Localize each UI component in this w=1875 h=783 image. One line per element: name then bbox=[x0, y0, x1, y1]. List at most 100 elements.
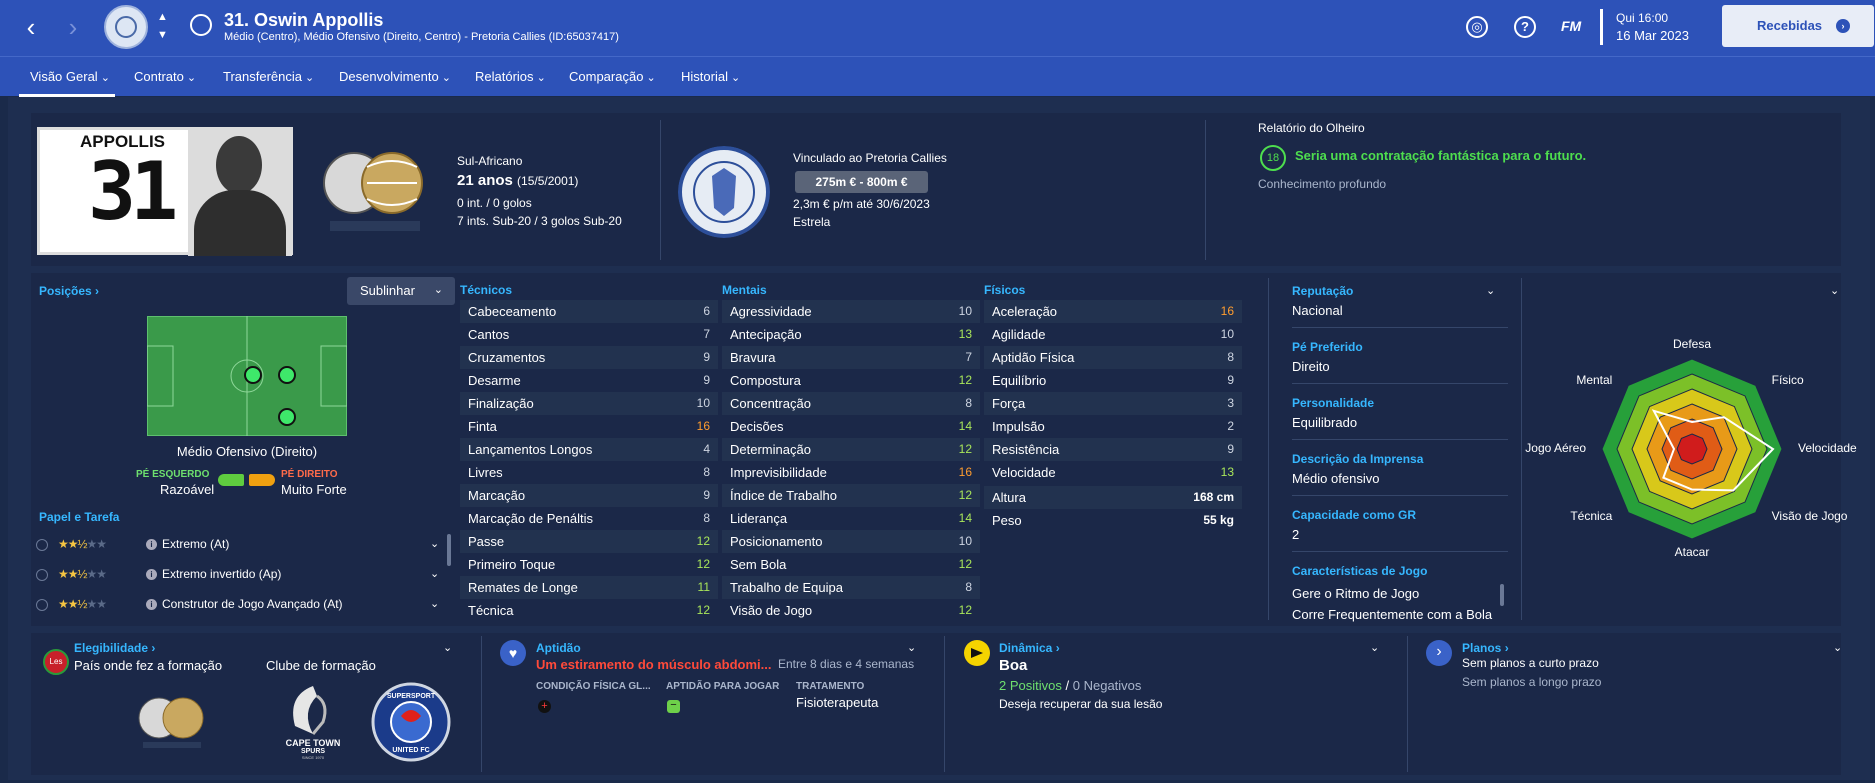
attribute-row[interactable]: Agressividade 10 bbox=[722, 300, 980, 323]
attribute-row[interactable]: Desarme 9 bbox=[460, 369, 718, 392]
tab-desenvolvimento[interactable]: Desenvolvimento bbox=[339, 69, 451, 84]
attribute-row[interactable]: Velocidade 13 bbox=[984, 461, 1242, 484]
info-icon[interactable]: i bbox=[146, 539, 157, 550]
tab-contrato[interactable]: Contrato bbox=[134, 69, 196, 84]
player-header-card bbox=[31, 113, 1841, 266]
attribute-row[interactable]: Cantos 7 bbox=[460, 323, 718, 346]
attribute-row[interactable]: Equilíbrio 9 bbox=[984, 369, 1242, 392]
attribute-row[interactable]: Trabalho de Equipa 8 bbox=[722, 576, 980, 599]
radio-icon[interactable] bbox=[36, 539, 48, 551]
attribute-row[interactable]: Antecipação 13 bbox=[722, 323, 980, 346]
attribute-row[interactable]: Impulsão 2 bbox=[984, 415, 1242, 438]
attribute-name: Marcação bbox=[468, 488, 526, 503]
attribute-row[interactable]: Concentração 8 bbox=[722, 392, 980, 415]
globe-icon[interactable]: ◎ bbox=[1466, 16, 1488, 38]
player-switcher-arrows[interactable]: ▲ ▼ bbox=[157, 8, 168, 44]
highlight-dropdown[interactable]: Sublinhar ⌄ bbox=[347, 277, 455, 305]
attribute-row[interactable]: Decisões 14 bbox=[722, 415, 980, 438]
attribute-row[interactable]: Lançamentos Longos 4 bbox=[460, 438, 718, 461]
attribute-row[interactable]: Imprevisibilidade 16 bbox=[722, 461, 980, 484]
tab-bar: Visão Geral Contrato Transferência Desen… bbox=[0, 56, 1875, 97]
help-icon[interactable]: ? bbox=[1514, 16, 1536, 38]
chevron-down-icon[interactable]: ⌄ bbox=[1830, 284, 1839, 297]
attribute-row[interactable]: Visão de Jogo 12 bbox=[722, 599, 980, 622]
dynamics-title[interactable]: Dinâmica › bbox=[999, 641, 1060, 655]
role-row[interactable]: ★★½★★ i Extremo invertido (Ap) ⌄ bbox=[36, 566, 446, 594]
shirt-number: 31 bbox=[88, 145, 178, 238]
traits-scrollbar[interactable] bbox=[1500, 584, 1504, 606]
chevron-down-icon[interactable]: ⌄ bbox=[443, 641, 452, 654]
attribute-row[interactable]: Determinação 12 bbox=[722, 438, 980, 461]
tab-historial[interactable]: Historial bbox=[681, 69, 740, 84]
cape-town-name: CAPE TOWN bbox=[286, 738, 341, 748]
right-foot-value: Muito Forte bbox=[281, 482, 347, 497]
tab-transferencia[interactable]: Transferência bbox=[223, 69, 314, 84]
info-icon[interactable]: i bbox=[146, 569, 157, 580]
forward-arrow-icon[interactable]: › bbox=[58, 10, 88, 44]
role-row[interactable]: ★★½★★ i Construtor de Jogo Avançado (At)… bbox=[36, 596, 446, 624]
fm-logo[interactable]: FM bbox=[1561, 18, 1581, 34]
attribute-row[interactable]: Agilidade 10 bbox=[984, 323, 1242, 346]
attribute-row[interactable]: Remates de Longe 11 bbox=[460, 576, 718, 599]
selected-position: Médio Ofensivo (Direito) bbox=[176, 444, 318, 459]
attribute-row[interactable]: Técnica 12 bbox=[460, 599, 718, 622]
mental-title: Mentais bbox=[722, 283, 767, 297]
attribute-name: Finta bbox=[468, 419, 497, 434]
back-arrow-icon[interactable]: ‹ bbox=[16, 10, 46, 44]
attribute-row[interactable]: Posicionamento 10 bbox=[722, 530, 980, 553]
attribute-row[interactable]: Finta 16 bbox=[460, 415, 718, 438]
attribute-row[interactable]: Aptidão Física 8 bbox=[984, 346, 1242, 369]
attribute-row[interactable]: Marcação de Penáltis 8 bbox=[460, 507, 718, 530]
roles-scrollbar[interactable] bbox=[447, 534, 451, 566]
eligibility-title-text: Elegibilidade bbox=[74, 641, 149, 655]
ssu-name2: UNITED FC bbox=[392, 747, 429, 754]
chevron-down-icon[interactable]: ⌄ bbox=[430, 597, 439, 610]
fitness-title[interactable]: Aptidão bbox=[536, 641, 581, 655]
attribute-row[interactable]: Passe 12 bbox=[460, 530, 718, 553]
radio-icon[interactable] bbox=[36, 569, 48, 581]
scout-score: 18 bbox=[1260, 145, 1286, 171]
supersport-united-logo[interactable]: SUPERSPORT UNITED FC bbox=[371, 682, 451, 762]
height-value: 168 cm bbox=[1193, 490, 1234, 504]
player-actions-icon[interactable] bbox=[190, 14, 212, 36]
attribute-row[interactable]: Livres 8 bbox=[460, 461, 718, 484]
plans-title[interactable]: Planos › bbox=[1462, 641, 1509, 655]
chevron-down-icon[interactable]: ⌄ bbox=[1833, 641, 1842, 654]
chevron-down-icon[interactable]: ⌄ bbox=[1486, 284, 1495, 297]
cape-town-spurs-logo[interactable]: CAPE TOWN SPURS SINCE 1970 bbox=[273, 682, 353, 760]
club-badge-icon[interactable] bbox=[104, 5, 148, 49]
player-traits-list: Gere o Ritmo de Jogo Corre Frequentement… bbox=[1292, 580, 1502, 622]
radio-icon[interactable] bbox=[36, 599, 48, 611]
attribute-row[interactable]: Compostura 12 bbox=[722, 369, 980, 392]
attribute-row[interactable]: Cruzamentos 9 bbox=[460, 346, 718, 369]
match-fitness-column-header: APTIDÃO PARA JOGAR bbox=[666, 681, 780, 692]
attribute-row[interactable]: Aceleração 16 bbox=[984, 300, 1242, 323]
club-crest[interactable] bbox=[678, 146, 770, 238]
tab-visao-geral[interactable]: Visão Geral bbox=[30, 69, 110, 84]
attribute-row[interactable]: Finalização 10 bbox=[460, 392, 718, 415]
attribute-row[interactable]: Marcação 9 bbox=[460, 484, 718, 507]
chevron-down-icon[interactable]: ⌄ bbox=[1370, 641, 1379, 654]
chevron-down-icon[interactable]: ⌄ bbox=[907, 641, 916, 654]
attribute-row[interactable]: Primeiro Toque 12 bbox=[460, 553, 718, 576]
eligibility-title[interactable]: Elegibilidade › bbox=[74, 641, 155, 655]
attribute-row[interactable]: Bravura 7 bbox=[722, 346, 980, 369]
attribute-row[interactable]: Resistência 9 bbox=[984, 438, 1242, 461]
club-contract[interactable]: Vinculado ao Pretoria Callies bbox=[793, 151, 947, 165]
attribute-row[interactable]: Sem Bola 12 bbox=[722, 553, 980, 576]
info-icon[interactable]: i bbox=[146, 599, 157, 610]
role-row[interactable]: ★★½★★ i Extremo (At) ⌄ bbox=[36, 536, 446, 564]
positions-title[interactable]: Posições › bbox=[39, 284, 99, 298]
match-fitness-icon: − bbox=[667, 700, 680, 713]
attribute-name: Índice de Trabalho bbox=[730, 488, 837, 503]
attribute-row[interactable]: Liderança 14 bbox=[722, 507, 980, 530]
chevron-down-icon[interactable]: ⌄ bbox=[430, 537, 439, 550]
chevron-down-icon[interactable]: ⌄ bbox=[430, 567, 439, 580]
attribute-row[interactable]: Força 3 bbox=[984, 392, 1242, 415]
tab-comparacao[interactable]: Comparação bbox=[569, 69, 656, 84]
tab-relatorios[interactable]: Relatórios bbox=[475, 69, 546, 84]
nationality: Sul-Africano bbox=[457, 154, 523, 168]
attribute-row[interactable]: Índice de Trabalho 12 bbox=[722, 484, 980, 507]
inbox-button[interactable]: Recebidas › bbox=[1722, 5, 1874, 47]
attribute-row[interactable]: Cabeceamento 6 bbox=[460, 300, 718, 323]
